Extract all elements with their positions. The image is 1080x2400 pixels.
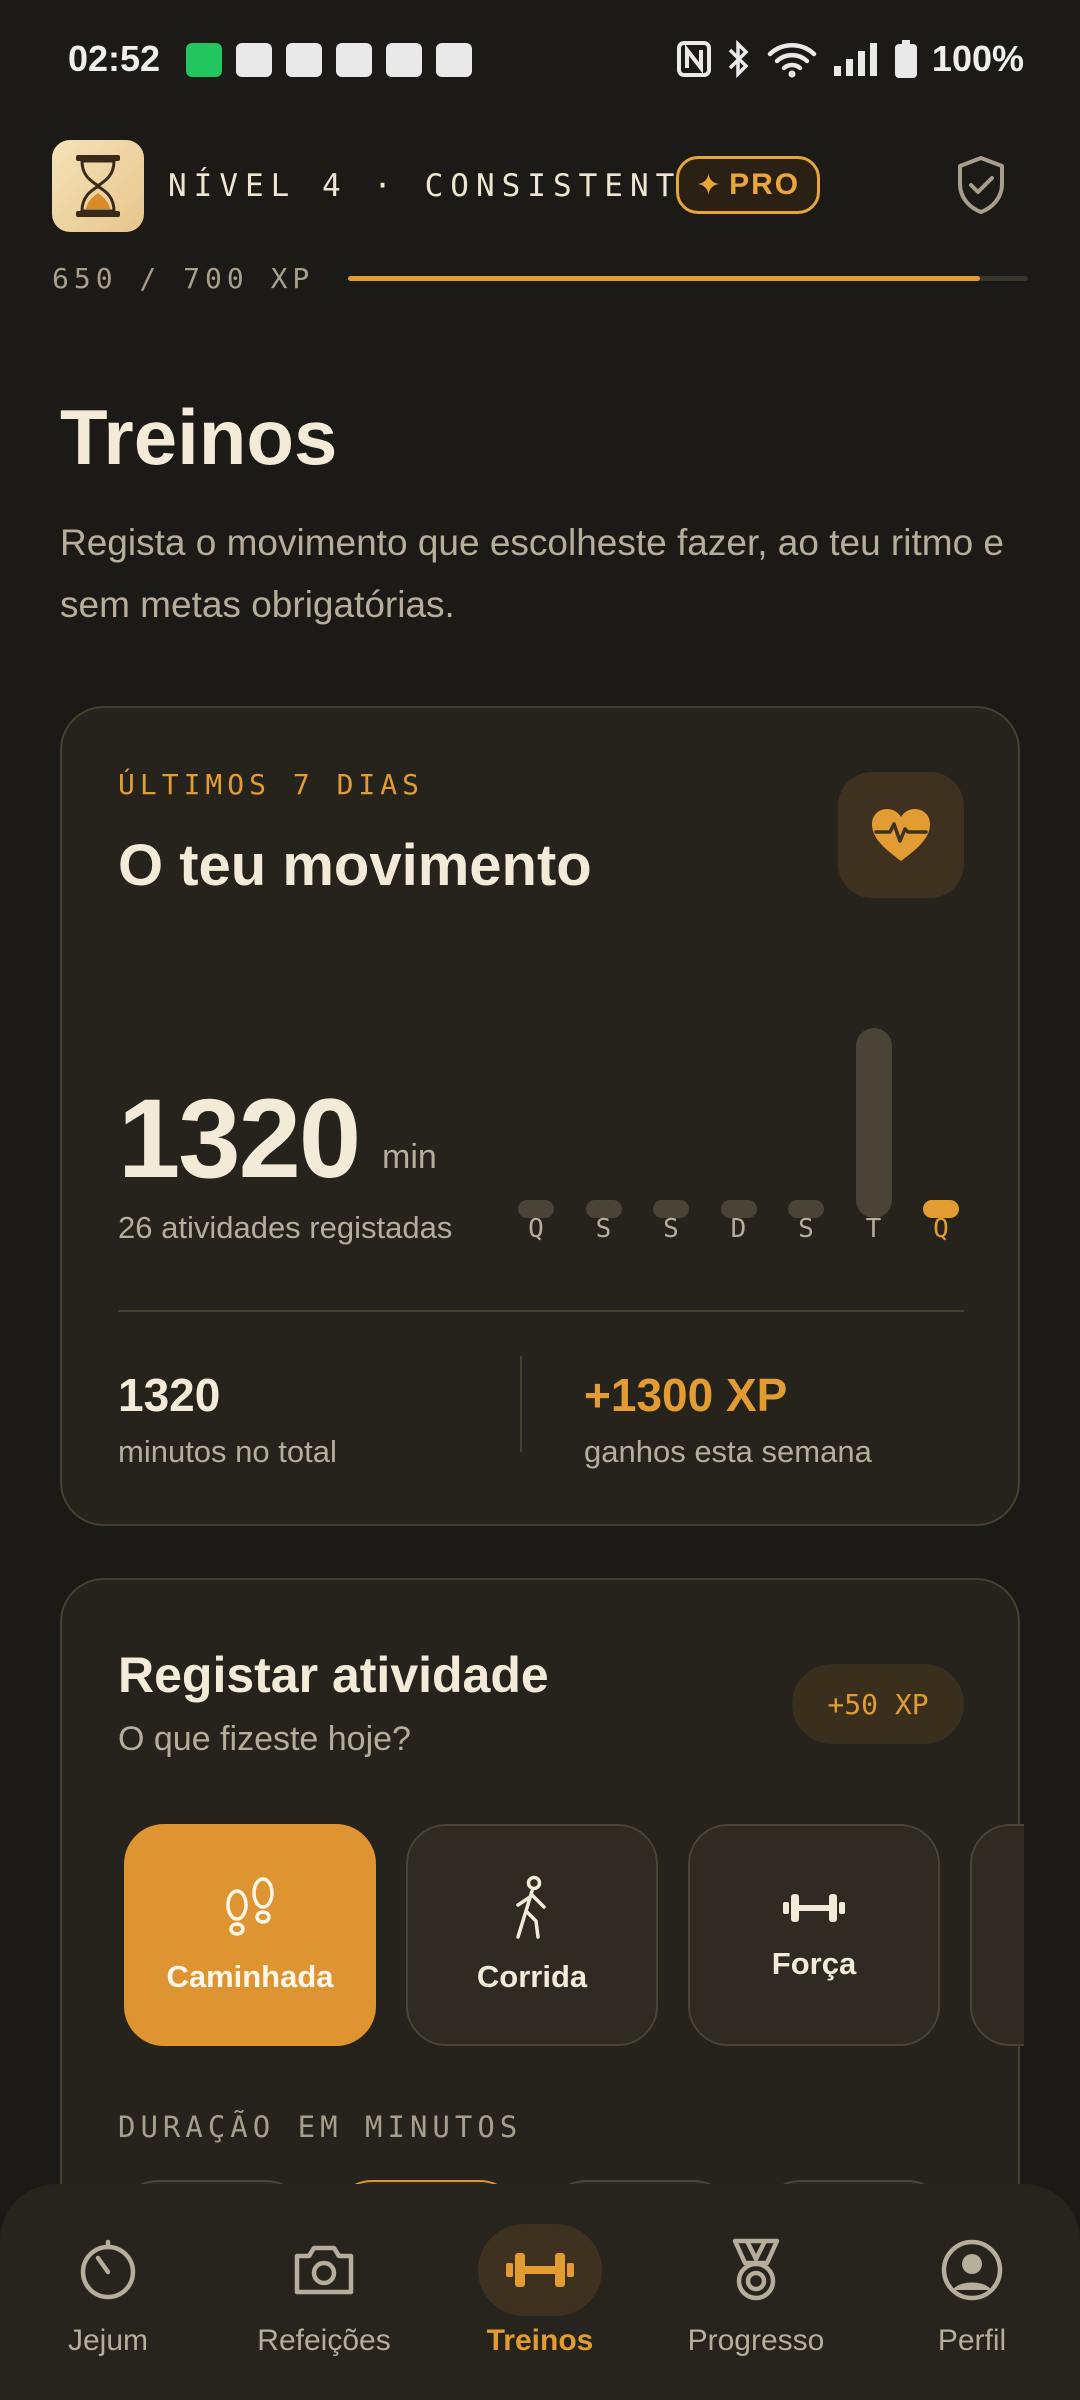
page-title: Treinos <box>60 393 338 481</box>
weekly-bar-chart <box>518 998 968 1218</box>
sparkle-icon: ✦ <box>695 168 724 202</box>
period-label: ÚLTIMOS 7 DIAS <box>118 768 425 801</box>
footprints-icon <box>226 1877 274 1936</box>
hourglass-icon <box>76 155 120 217</box>
day-label: D <box>730 1214 747 1244</box>
battery-percentage: 100% <box>931 38 1024 79</box>
minutes-unit: min <box>382 1138 437 1176</box>
bluetooth-icon <box>728 40 749 78</box>
nav-item-meals[interactable]: Refeições <box>216 2224 432 2358</box>
vertical-divider <box>520 1356 522 1452</box>
activity-count: 26 atividades registadas <box>118 1210 453 1245</box>
duration-label: DURAÇÃO EM MINUTOS <box>118 2110 523 2144</box>
day-label: S <box>663 1214 679 1244</box>
activity-label: Força <box>771 1946 857 1981</box>
status-bar: 02:52 100% <box>0 0 1080 124</box>
activity-option-more[interactable] <box>970 1824 1024 2046</box>
system-icons: 100% <box>676 38 1024 80</box>
xp-progress-bar <box>348 276 1028 281</box>
day-label: Q <box>528 1214 544 1244</box>
xp-reward-pill: +50 XP <box>792 1664 964 1744</box>
battery-icon <box>894 40 917 78</box>
activity-label: Corrida <box>476 1959 588 1994</box>
day-label: Q <box>933 1214 949 1244</box>
card-title: O teu movimento <box>118 833 592 898</box>
pro-label: PRO <box>729 168 801 201</box>
activity-option-running[interactable]: Corrida <box>406 1824 658 2046</box>
activity-type-selector: Caminhada Corrida Força <box>124 1824 1024 2048</box>
page-subtitle: Regista o movimento que escolheste fazer… <box>60 522 1005 625</box>
shield-check-icon[interactable] <box>948 152 1014 218</box>
dumbbell-icon <box>506 2253 574 2287</box>
day-label: S <box>595 1214 612 1244</box>
webtoon-icon <box>286 43 322 77</box>
level-avatar[interactable] <box>52 140 144 232</box>
bottom-navigation: Jejum Refeições Treinos Progresso Perfil <box>0 2184 1080 2400</box>
day-label: T <box>865 1214 882 1244</box>
wifi-icon <box>767 43 817 78</box>
battery-saver-icon <box>186 43 222 77</box>
nav-label: Progresso <box>687 2324 825 2357</box>
profile-icon <box>941 2239 1003 2301</box>
nfc-icon <box>676 41 711 77</box>
day-label: S <box>798 1214 814 1244</box>
xp-counter: 650 / 700 XP <box>52 262 315 295</box>
nav-label: Treinos <box>486 2324 594 2357</box>
youtube-icon <box>386 43 422 77</box>
camera-icon <box>294 2245 354 2295</box>
youtube-icon <box>336 43 372 77</box>
nav-label: Refeições <box>257 2324 391 2357</box>
nav-item-fasting[interactable]: Jejum <box>0 2224 216 2358</box>
stat-total-label: minutos no total <box>118 1434 337 1469</box>
divider <box>118 1310 964 1312</box>
nav-label: Jejum <box>67 2324 149 2357</box>
activity-label: Caminhada <box>166 1959 334 1994</box>
day-bar <box>855 1028 892 1218</box>
medal-icon <box>732 2238 780 2301</box>
activity-option-strength[interactable]: Força <box>688 1824 940 2046</box>
capcut-icon <box>236 43 272 77</box>
signal-icon <box>833 43 877 76</box>
heart-rate-icon <box>872 809 930 861</box>
calendar-icon <box>436 43 472 77</box>
total-minutes: 1320 <box>118 1076 361 1201</box>
running-icon <box>516 1875 546 1939</box>
movement-summary-card: ÚLTIMOS 7 DIAS O teu movimento 1320 min … <box>60 706 1020 1526</box>
register-title: Registar atividade <box>118 1647 549 1703</box>
pro-badge[interactable]: ✦ PRO <box>676 156 820 214</box>
nav-item-progress[interactable]: Progresso <box>648 2224 864 2358</box>
activity-option-walking[interactable]: Caminhada <box>124 1824 376 2046</box>
nav-item-workouts[interactable]: Treinos <box>432 2224 648 2358</box>
timer-icon <box>80 2239 136 2300</box>
level-label: NÍVEL 4 · CONSISTENTE <box>168 168 707 204</box>
nav-label: Perfil <box>937 2324 1007 2357</box>
nav-item-profile[interactable]: Perfil <box>864 2224 1080 2358</box>
stat-xp-earned: +1300 XP <box>584 1369 788 1421</box>
notification-icons <box>186 43 472 77</box>
stat-total-minutes: 1320 <box>118 1369 221 1421</box>
status-time: 02:52 <box>68 38 161 79</box>
dumbbell-icon <box>783 1894 845 1922</box>
stat-xp-label: ganhos esta semana <box>584 1434 872 1469</box>
xp-progress-fill <box>348 276 981 281</box>
heart-rate-badge <box>838 772 964 898</box>
register-subtitle: O que fizeste hoje? <box>118 1720 411 1758</box>
